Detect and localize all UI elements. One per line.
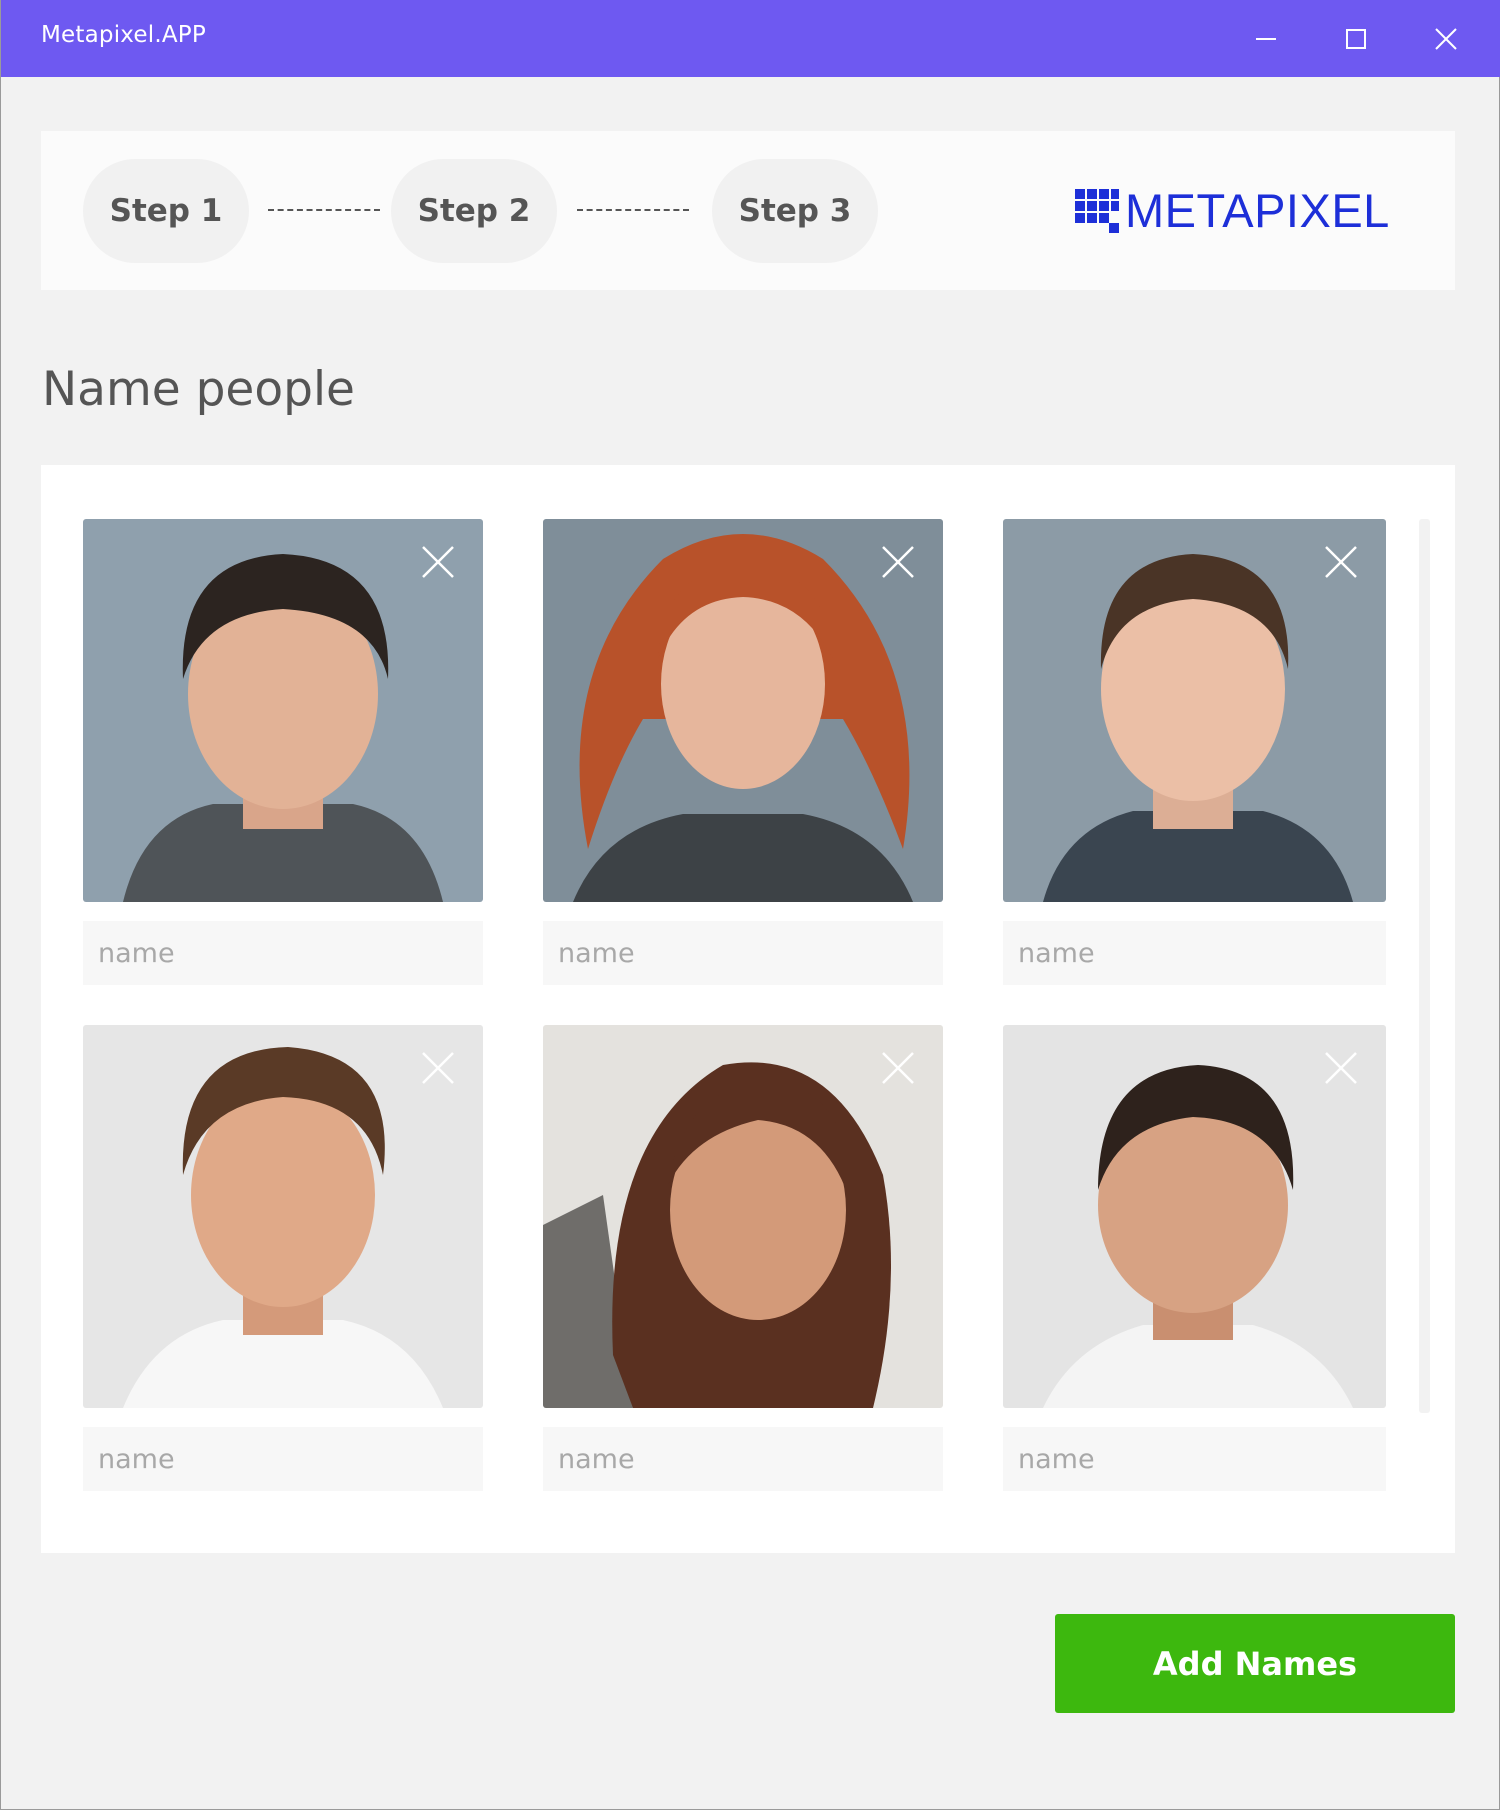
step-connector	[268, 209, 380, 211]
step-3[interactable]: Step 3	[712, 159, 878, 263]
remove-photo-button[interactable]	[421, 1051, 455, 1085]
step-1[interactable]: Step 1	[83, 159, 249, 263]
logo-grid-icon	[1075, 189, 1119, 233]
person-photo	[83, 1025, 483, 1408]
remove-photo-button[interactable]	[881, 1051, 915, 1085]
minimize-button[interactable]	[1221, 0, 1311, 77]
remove-photo-button[interactable]	[1324, 1051, 1358, 1085]
remove-photo-button[interactable]	[421, 545, 455, 579]
close-icon	[1435, 27, 1457, 50]
add-names-button[interactable]: Add Names	[1055, 1614, 1455, 1713]
close-window-button[interactable]	[1401, 0, 1491, 77]
app-window: Metapixel.APP Step 1 Step 2 Step 3 METAP…	[0, 0, 1500, 1810]
scrollbar[interactable]	[1419, 519, 1430, 1413]
window-title: Metapixel.APP	[41, 22, 206, 48]
person-photo	[543, 519, 943, 902]
person-photo	[543, 1025, 943, 1408]
person-name-input[interactable]	[1003, 1427, 1386, 1491]
person-name-input[interactable]	[543, 921, 943, 985]
step-2[interactable]: Step 2	[391, 159, 557, 263]
metapixel-logo: METAPIXEL	[1075, 184, 1390, 237]
person-name-input[interactable]	[1003, 921, 1386, 985]
person-name-input[interactable]	[543, 1427, 943, 1491]
person-photo	[1003, 519, 1386, 902]
logo-text: METAPIXEL	[1125, 184, 1390, 237]
person-photo	[83, 519, 483, 902]
maximize-button[interactable]	[1311, 0, 1401, 77]
remove-photo-button[interactable]	[881, 545, 915, 579]
person-photo	[1003, 1025, 1386, 1408]
person-name-input[interactable]	[83, 1427, 483, 1491]
title-bar[interactable]: Metapixel.APP	[1, 0, 1500, 77]
remove-photo-button[interactable]	[1324, 545, 1358, 579]
maximize-icon	[1346, 28, 1366, 49]
person-name-input[interactable]	[83, 921, 483, 985]
people-grid	[41, 465, 1455, 1553]
minimize-icon	[1256, 37, 1276, 40]
step-connector	[577, 209, 689, 211]
stepper: Step 1 Step 2 Step 3 METAPIXEL	[41, 131, 1455, 290]
page-title: Name people	[42, 362, 355, 417]
